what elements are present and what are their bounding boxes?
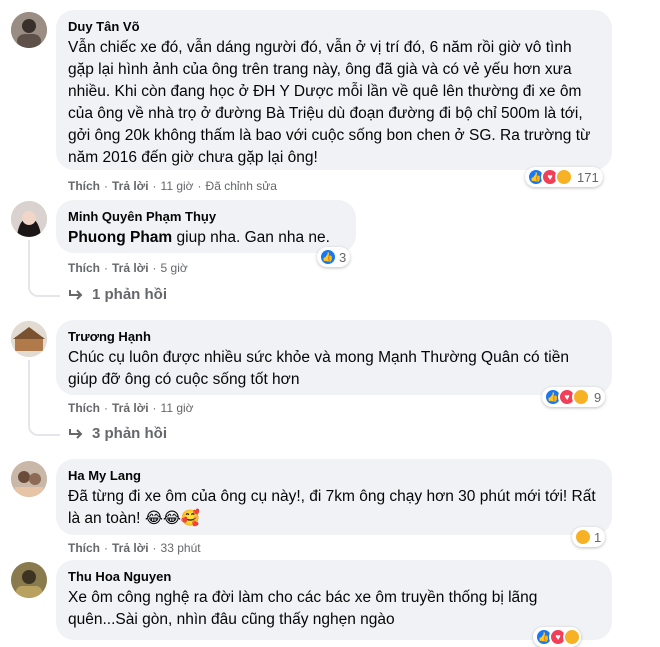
author-name[interactable]: Thu Hoa Nguyen xyxy=(68,568,600,585)
author-name[interactable]: Trương Hạnh xyxy=(68,328,600,345)
haha-reaction-icon xyxy=(555,168,573,186)
like-button[interactable]: Thích xyxy=(68,261,100,275)
reaction-count: 9 xyxy=(594,389,602,405)
reaction-summary[interactable]: 👍 ♥ 171 xyxy=(525,167,603,187)
like-button[interactable]: Thích xyxy=(68,541,100,555)
author-name[interactable]: Duy Tân Võ xyxy=(68,18,600,35)
comment-text: Phuong Pham giup nha. Gan nha ne. xyxy=(68,227,344,249)
reaction-summary[interactable]: 1 xyxy=(572,527,606,547)
view-replies-button[interactable]: 3 phản hồi xyxy=(68,425,167,442)
reaction-summary[interactable]: 👍 ♥ 9 xyxy=(542,387,606,407)
like-button[interactable]: Thích xyxy=(68,179,100,193)
comment-text-rest: giup nha. Gan nha ne. xyxy=(172,229,330,246)
avatar[interactable] xyxy=(11,321,47,357)
comment-actions: Thích · Trả lời · 5 giờ xyxy=(68,261,188,275)
comment-actions: Thích · Trả lời · 11 giờ · Đã chỉnh sửa xyxy=(68,179,277,193)
author-name[interactable]: Ha My Lang xyxy=(68,467,600,484)
reply-arrow-icon xyxy=(69,289,83,300)
reply-arrow-icon xyxy=(69,428,83,439)
avatar[interactable] xyxy=(11,12,47,48)
view-replies-button[interactable]: 1 phản hồi xyxy=(68,286,167,303)
avatar[interactable] xyxy=(11,461,47,497)
timestamp[interactable]: 5 giờ xyxy=(161,261,188,275)
comment-text: Chúc cụ luôn được nhiều sức khỏe và mong… xyxy=(68,349,569,388)
haha-reaction-icon xyxy=(574,528,592,546)
reply-button[interactable]: Trả lời xyxy=(112,179,149,193)
haha-reaction-icon xyxy=(572,388,590,406)
replies-count: 1 phản hồi xyxy=(92,286,167,303)
comment-bubble: Thu Hoa Nguyen Xe ôm công nghệ ra đời là… xyxy=(56,560,612,640)
comment-actions: Thích · Trả lời · 11 giờ xyxy=(68,401,194,415)
comment-bubble: Trương Hạnh Chúc cụ luôn được nhiều sức … xyxy=(56,320,612,395)
author-name[interactable]: Minh Quyên Phạm Thụy xyxy=(68,208,344,225)
comment-text: Vẫn chiếc xe đó, vẫn dáng người đó, vẫn … xyxy=(68,39,591,166)
reaction-count: 1 xyxy=(594,529,602,545)
reply-button[interactable]: Trả lời xyxy=(112,401,149,415)
comment-actions: Thích · Trả lời · 33 phút xyxy=(68,541,201,555)
like-button[interactable]: Thích xyxy=(68,401,100,415)
thread-line xyxy=(28,240,60,297)
thread-line xyxy=(28,360,60,436)
reaction-count: 171 xyxy=(577,169,599,185)
timestamp[interactable]: 11 giờ xyxy=(161,179,194,193)
mention-link[interactable]: Phuong Pham xyxy=(68,229,172,246)
reaction-summary[interactable]: 👍 3 xyxy=(317,247,351,267)
timestamp[interactable]: 33 phút xyxy=(161,541,201,555)
avatar[interactable] xyxy=(11,562,47,598)
reply-button[interactable]: Trả lời xyxy=(112,261,149,275)
haha-reaction-icon xyxy=(563,628,581,646)
like-reaction-icon: 👍 xyxy=(319,248,337,266)
reply-button[interactable]: Trả lời xyxy=(112,541,149,555)
comment-text: Đã từng đi xe ôm của ông cụ này!, đi 7km… xyxy=(68,488,596,527)
comment-bubble: Ha My Lang Đã từng đi xe ôm của ông cụ n… xyxy=(56,459,612,535)
comment-text: Xe ôm công nghệ ra đời làm cho các bác x… xyxy=(68,589,538,628)
timestamp[interactable]: 11 giờ xyxy=(161,401,194,415)
edited-label[interactable]: Đã chỉnh sửa xyxy=(206,179,277,193)
reaction-count: 3 xyxy=(339,249,347,265)
avatar[interactable] xyxy=(11,201,47,237)
comment-bubble: Duy Tân Võ Vẫn chiếc xe đó, vẫn dáng ngư… xyxy=(56,10,612,170)
replies-count: 3 phản hồi xyxy=(92,425,167,442)
reaction-summary[interactable]: 👍 ♥ xyxy=(533,627,581,647)
comment-bubble: Minh Quyên Phạm Thụy Phuong Pham giup nh… xyxy=(56,200,356,253)
